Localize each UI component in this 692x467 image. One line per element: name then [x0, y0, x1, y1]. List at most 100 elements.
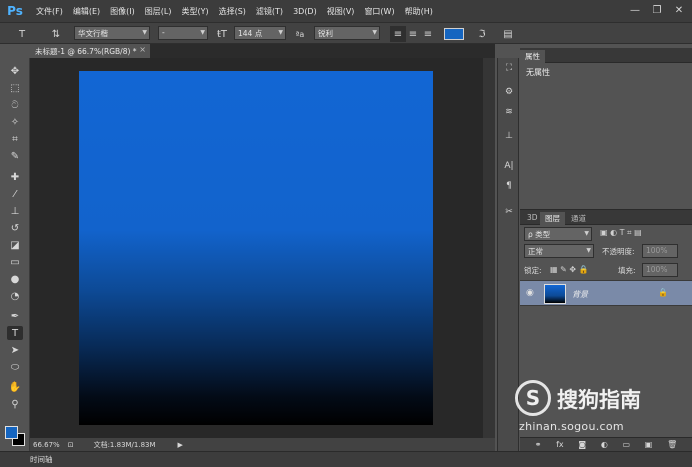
menu-window[interactable]: 窗口(W) — [364, 6, 394, 17]
menu-edit[interactable]: 编辑(E) — [73, 6, 100, 17]
fill-input[interactable]: 100% — [642, 263, 678, 277]
lock-icons[interactable]: ▦ ✎ ✥ 🔒 — [550, 265, 589, 274]
paragraph-icon[interactable]: ¶ — [501, 178, 517, 194]
anti-alias-select[interactable]: 锐利 ▼ — [314, 26, 380, 40]
fill-value: 100% — [646, 265, 668, 274]
canvas-workspace[interactable] — [30, 58, 495, 438]
document-canvas[interactable] — [79, 71, 433, 425]
timeline-tab[interactable]: 时间轴 — [30, 454, 53, 465]
marquee-tool-icon[interactable]: ⬚ — [7, 81, 23, 95]
lock-icon: 🔒 — [658, 288, 668, 297]
photoshop-logo: Ps — [7, 4, 23, 18]
ellipse-tool-icon[interactable]: ⬭ — [7, 360, 23, 374]
path-selection-tool-icon[interactable]: ➤ — [7, 343, 23, 357]
document-tab[interactable]: 未标题-1 @ 66.7%(RGB/8) * × — [30, 44, 150, 58]
minimize-button[interactable]: — — [626, 2, 644, 18]
gradient-tool-icon[interactable]: ▭ — [7, 255, 23, 269]
blur-tool-icon[interactable]: ● — [7, 272, 23, 286]
character-icon[interactable]: A| — [501, 158, 517, 174]
blend-mode-value: 正常 — [528, 247, 543, 256]
tab-layers[interactable]: 图层 — [540, 212, 565, 225]
move-tool-icon[interactable]: ✥ — [7, 64, 23, 78]
close-tab-icon[interactable]: × — [139, 45, 146, 54]
vertical-scrollbar[interactable] — [483, 58, 495, 438]
opacity-input[interactable]: 100% — [642, 244, 678, 258]
zoom-level[interactable]: 66.67% — [33, 441, 60, 449]
font-family-select[interactable]: 华文行楷 ▼ — [74, 26, 150, 40]
menu-layer[interactable]: 图层(L) — [145, 6, 172, 17]
align-left-icon[interactable]: ≡ — [390, 26, 406, 42]
anti-alias-icon: ªa — [295, 29, 305, 39]
history-panel-icon[interactable]: ⛶ — [501, 60, 517, 76]
warp-text-icon[interactable]: ℑ — [474, 26, 490, 42]
lasso-tool-icon[interactable]: ට — [7, 98, 23, 112]
new-group-icon[interactable]: ▭ — [623, 440, 631, 449]
menu-3d[interactable]: 3D(D) — [293, 7, 317, 16]
font-style-select[interactable]: - ▼ — [158, 26, 208, 40]
font-size-select[interactable]: 144 点 ▼ — [234, 26, 286, 40]
healing-brush-tool-icon[interactable]: ✚ — [7, 170, 23, 184]
menu-help[interactable]: 帮助(H) — [405, 6, 433, 17]
properties-panel-header: 属性 — [520, 48, 692, 63]
text-orientation-icon[interactable]: ⇅ — [48, 26, 64, 42]
layers-footer: ⚭ fx ◙ ◐ ▭ ▣ 🗑 — [520, 437, 692, 451]
status-menu-arrow-icon[interactable]: ▶ — [178, 441, 183, 449]
tool-presets-icon[interactable]: ✂ — [501, 204, 517, 220]
history-brush-tool-icon[interactable]: ↺ — [7, 221, 23, 235]
eye-icon[interactable]: ◉ — [526, 288, 534, 298]
hand-tool-icon[interactable]: ✋ — [7, 380, 23, 394]
brush-tool-icon[interactable]: ⁄ — [7, 187, 23, 201]
dodge-tool-icon[interactable]: ◔ — [7, 289, 23, 303]
layer-name[interactable]: 背景 — [572, 289, 588, 300]
tab-channels[interactable]: 通道 — [566, 212, 591, 225]
type-tool-icon[interactable]: T — [7, 326, 23, 340]
layer-filter-select[interactable]: ρ 类型 ▼ — [524, 227, 592, 241]
layer-row[interactable]: ◉ 背景 🔒 — [520, 280, 692, 306]
menu-view[interactable]: 视图(V) — [327, 6, 355, 17]
menu-filter[interactable]: 滤镜(T) — [256, 6, 283, 17]
foreground-color-swatch[interactable] — [5, 426, 18, 439]
restore-button[interactable]: ❐ — [648, 2, 666, 18]
chevron-down-icon: ▼ — [278, 29, 283, 36]
properties-body: 无属性 — [520, 63, 692, 203]
watermark-title: 搜狗指南 — [557, 388, 641, 412]
menu-select[interactable]: 选择(S) — [219, 6, 246, 17]
menu-type[interactable]: 类型(Y) — [181, 6, 208, 17]
no-properties-text: 无属性 — [526, 68, 550, 77]
magic-wand-tool-icon[interactable]: ✧ — [7, 115, 23, 129]
menu-file[interactable]: 文件(F) — [36, 6, 63, 17]
text-color-swatch[interactable] — [444, 28, 464, 40]
font-size-icon: ŧT — [216, 28, 228, 40]
new-layer-icon[interactable]: ▣ — [645, 440, 653, 449]
layer-thumbnail — [544, 284, 566, 304]
character-panel-icon[interactable]: ▤ — [500, 26, 516, 42]
anti-alias-value: 锐利 — [318, 29, 333, 38]
layer-filter-icons[interactable]: ▣ ◐ T ⌗ ▤ — [600, 228, 642, 238]
eraser-tool-icon[interactable]: ◪ — [7, 238, 23, 252]
menu-image[interactable]: 图像(I) — [110, 6, 135, 17]
layers-panel-header: 3D 图层 通道 — [520, 210, 692, 225]
link-layers-icon[interactable]: ⚭ — [535, 440, 542, 449]
lock-label: 锁定: — [524, 266, 542, 275]
brush-presets-icon[interactable]: ≋ — [501, 104, 517, 120]
type-tool-preset-icon[interactable]: T — [14, 26, 30, 42]
eyedropper-tool-icon[interactable]: ✎ — [7, 149, 23, 163]
align-center-icon[interactable]: ≡ — [405, 26, 421, 42]
layer-style-icon[interactable]: fx — [556, 440, 564, 449]
zoom-tool-icon[interactable]: ⚲ — [7, 397, 23, 411]
clone-source-icon[interactable]: ⊥ — [501, 128, 517, 144]
blend-mode-select[interactable]: 正常 ▼ — [524, 244, 594, 258]
tab-properties[interactable]: 属性 — [520, 50, 545, 63]
adjustment-layer-icon[interactable]: ◐ — [601, 440, 608, 449]
add-mask-icon[interactable]: ◙ — [578, 440, 586, 449]
clone-stamp-tool-icon[interactable]: ⊥ — [7, 204, 23, 218]
document-size-info: 文档:1.83M/1.83M — [93, 440, 156, 449]
align-right-icon[interactable]: ≡ — [420, 26, 436, 42]
crop-tool-icon[interactable]: ⌗ — [7, 132, 23, 146]
adjustments-panel-icon[interactable]: ⚙ — [501, 84, 517, 100]
layer-filter-value: ρ 类型 — [528, 230, 551, 239]
status-export-icon[interactable]: ⊡ — [68, 441, 74, 449]
delete-layer-icon[interactable]: 🗑 — [667, 440, 677, 449]
pen-tool-icon[interactable]: ✒ — [7, 309, 23, 323]
close-button[interactable]: ✕ — [670, 2, 688, 18]
